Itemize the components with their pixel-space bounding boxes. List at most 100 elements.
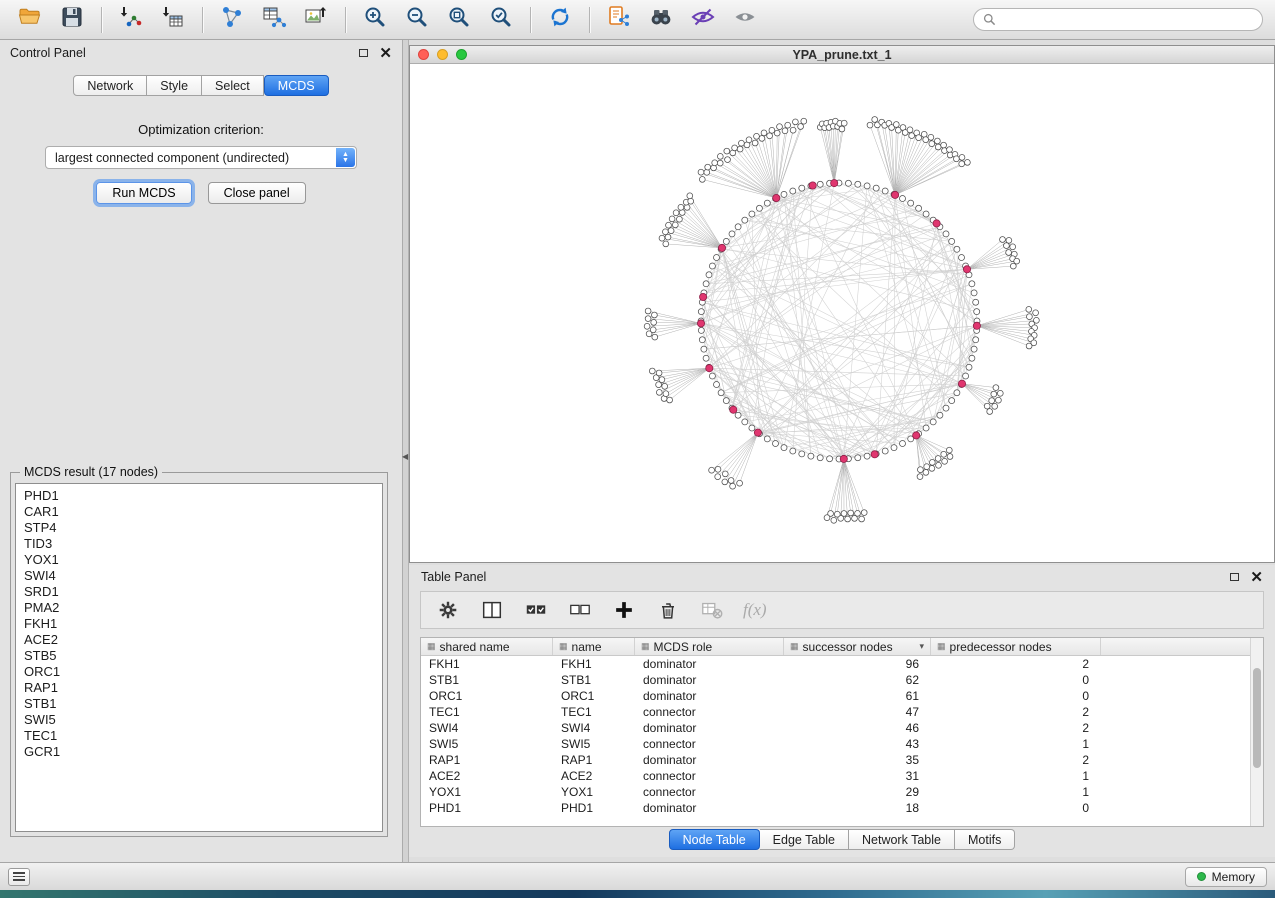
table-scrollbar[interactable] (1250, 638, 1263, 826)
cell-mcds-role: dominator (635, 688, 784, 704)
memory-button[interactable]: Memory (1185, 867, 1267, 887)
deselect-all-button[interactable] (567, 597, 593, 623)
mcds-result-item[interactable]: TID3 (24, 536, 382, 552)
splitter-collapse-icon[interactable]: ◀ (402, 452, 408, 461)
open-session-button[interactable] (10, 4, 50, 36)
table-panel-tab[interactable]: Motifs (955, 829, 1015, 850)
mcds-result-item[interactable]: ORC1 (24, 664, 382, 680)
column-label: successor nodes (803, 640, 893, 654)
mcds-result-item[interactable]: STP4 (24, 520, 382, 536)
table-column-header[interactable]: ▦ MCDS role ▾ (635, 638, 784, 655)
show-hide-button[interactable] (725, 4, 765, 36)
mcds-result-list[interactable]: PHD1CAR1STP4TID3YOX1SWI4SRD1PMA2FKH1ACE2… (15, 483, 383, 832)
mcds-result-item[interactable]: TEC1 (24, 728, 382, 744)
cell-name: TEC1 (553, 704, 635, 720)
search-field[interactable] (973, 8, 1263, 31)
table-panel-tab[interactable]: Edge Table (760, 829, 849, 850)
mcds-result-item[interactable]: RAP1 (24, 680, 382, 696)
mcds-result-item[interactable]: ACE2 (24, 632, 382, 648)
mcds-result-item[interactable]: SWI4 (24, 568, 382, 584)
table-column-header[interactable]: ▦ name ▾ (553, 638, 635, 655)
zoom-out-button[interactable] (397, 4, 437, 36)
save-session-button[interactable] (52, 4, 92, 36)
main-toolbar (0, 0, 1275, 40)
close-panel-action-button[interactable]: Close panel (208, 182, 306, 204)
table-column-header[interactable]: ▦ successor nodes ▾ (784, 638, 931, 655)
delete-table-button (699, 597, 725, 623)
network-canvas[interactable] (410, 64, 1274, 562)
new-network-button[interactable] (212, 4, 252, 36)
table-panel-tab[interactable]: Node Table (669, 829, 760, 850)
export-image-button[interactable] (296, 4, 336, 36)
control-panel-tab[interactable]: MCDS (264, 75, 329, 96)
delete-column-button[interactable] (655, 597, 681, 623)
import-table-button[interactable] (153, 4, 193, 36)
mcds-result-item[interactable]: SWI5 (24, 712, 382, 728)
zoom-fit-button[interactable] (439, 4, 479, 36)
run-mcds-button[interactable]: Run MCDS (96, 182, 191, 204)
mcds-result-item[interactable]: STB1 (24, 696, 382, 712)
control-panel-tab[interactable]: Select (202, 75, 264, 96)
window-minimize-button[interactable] (437, 49, 448, 60)
import-network-button[interactable] (111, 4, 151, 36)
table-row[interactable]: SWI5 SWI5 connector 43 1 (421, 736, 1263, 752)
cell-shared-name: ORC1 (421, 688, 553, 704)
toolbar-separator (202, 7, 203, 33)
cell-shared-name: FKH1 (421, 656, 553, 672)
table-settings-button[interactable] (435, 597, 461, 623)
float-panel-button[interactable] (359, 49, 368, 57)
control-panel-tab[interactable]: Style (147, 75, 202, 96)
mcds-result-item[interactable]: PMA2 (24, 600, 382, 616)
table-row[interactable]: PHD1 PHD1 dominator 18 0 (421, 800, 1263, 816)
table-row[interactable]: ORC1 ORC1 dominator 61 0 (421, 688, 1263, 704)
zoom-in-icon (362, 4, 388, 35)
table-column-header[interactable]: ▦ predecessor nodes ▾ (931, 638, 1101, 655)
find-button[interactable] (641, 4, 681, 36)
zoom-selected-button[interactable] (481, 4, 521, 36)
filter-button[interactable] (683, 4, 723, 36)
network-from-table-button[interactable] (254, 4, 294, 36)
table-scrollbar-thumb[interactable] (1253, 668, 1261, 768)
table-row[interactable]: RAP1 RAP1 dominator 35 2 (421, 752, 1263, 768)
table-column-header[interactable]: ▦ shared name ▾ (421, 638, 553, 655)
node-table: ▦ shared name ▾ ▦ name ▾ ▦ MCDS role ▾ (420, 637, 1264, 827)
window-maximize-button[interactable] (456, 49, 467, 60)
network-graph[interactable] (410, 64, 1274, 562)
optimization-criterion-select[interactable]: largest connected component (undirected)… (45, 146, 357, 169)
mcds-result-item[interactable]: YOX1 (24, 552, 382, 568)
mcds-result-item[interactable]: CAR1 (24, 504, 382, 520)
mcds-result-item[interactable]: FKH1 (24, 616, 382, 632)
export-image-icon (303, 4, 329, 35)
window-close-button[interactable] (418, 49, 429, 60)
cell-successor-nodes: 35 (784, 752, 931, 768)
mcds-result-item[interactable]: STB5 (24, 648, 382, 664)
add-column-button[interactable] (611, 597, 637, 623)
table-row[interactable]: YOX1 YOX1 connector 29 1 (421, 784, 1263, 800)
status-menu-button[interactable] (8, 868, 30, 886)
close-panel-button[interactable]: ✕ (379, 46, 392, 61)
table-panel: Table Panel ✕ f(x) ▦ shared name ▾ (409, 565, 1275, 857)
select-all-button[interactable] (523, 597, 549, 623)
close-table-panel-button[interactable]: ✕ (1250, 570, 1263, 585)
cell-successor-nodes: 61 (784, 688, 931, 704)
table-row[interactable]: FKH1 FKH1 dominator 96 2 (421, 656, 1263, 672)
table-row[interactable]: STB1 STB1 dominator 62 0 (421, 672, 1263, 688)
control-panel-tab[interactable]: Network (73, 75, 147, 96)
optimization-criterion-label: Optimization criterion: (0, 122, 402, 137)
table-row[interactable]: TEC1 TEC1 connector 47 2 (421, 704, 1263, 720)
float-table-panel-button[interactable] (1230, 573, 1239, 581)
network-window-titlebar[interactable]: YPA_prune.txt_1 (410, 46, 1274, 64)
mcds-result-item[interactable]: GCR1 (24, 744, 382, 760)
zoom-in-button[interactable] (355, 4, 395, 36)
mcds-result-item[interactable]: PHD1 (24, 488, 382, 504)
table-row[interactable]: SWI4 SWI4 dominator 46 2 (421, 720, 1263, 736)
table-panel-tab[interactable]: Network Table (849, 829, 955, 850)
column-layout-button[interactable] (479, 597, 505, 623)
combo-stepper-icon: ▲▼ (336, 148, 355, 167)
table-row[interactable]: ACE2 ACE2 connector 31 1 (421, 768, 1263, 784)
refresh-button[interactable] (540, 4, 580, 36)
share-document-button[interactable] (599, 4, 639, 36)
search-input[interactable] (1002, 13, 1253, 27)
mcds-result-item[interactable]: SRD1 (24, 584, 382, 600)
table-panel-header: Table Panel ✕ (409, 565, 1275, 589)
